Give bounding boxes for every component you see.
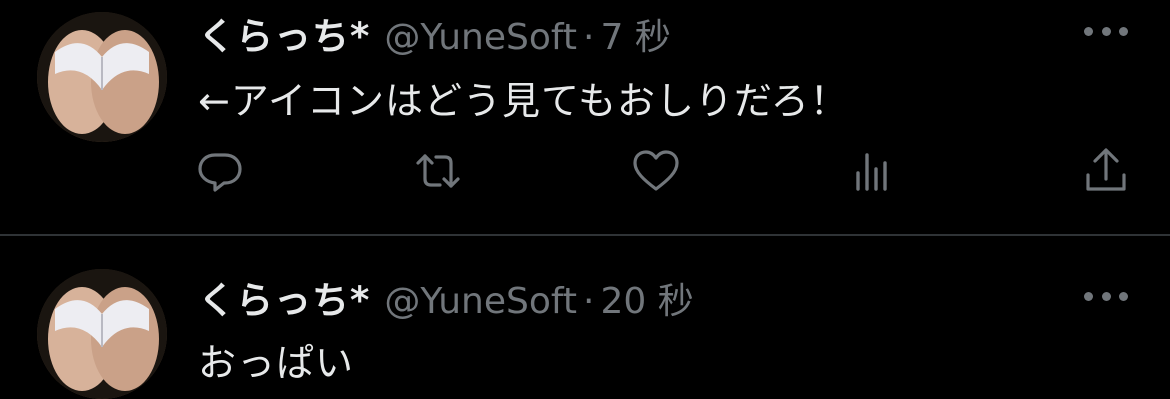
- timestamp[interactable]: 20 秒: [601, 272, 694, 324]
- tweet[interactable]: くらっち* @YuneSoft · 20 秒 おっぱい: [0, 237, 1170, 399]
- avatar[interactable]: [37, 269, 167, 399]
- share-icon[interactable]: [1080, 145, 1132, 197]
- more-options-icon[interactable]: [1084, 289, 1128, 303]
- tweet-text: ←アイコンはどう見てもおしりだろ！: [198, 79, 849, 123]
- tweet-header: くらっち* @YuneSoft · 7 秒: [198, 6, 671, 58]
- separator: ·: [583, 281, 595, 322]
- avatar-image: [37, 269, 167, 399]
- like-icon[interactable]: [630, 145, 682, 197]
- tweet-header: くらっち* @YuneSoft · 20 秒: [198, 270, 694, 322]
- action-bar: [194, 145, 1134, 197]
- reply-icon[interactable]: [194, 145, 246, 197]
- timestamp[interactable]: 7 秒: [601, 8, 671, 60]
- display-name[interactable]: くらっち*: [198, 6, 370, 60]
- tweet-text: おっぱい: [198, 341, 355, 385]
- display-name[interactable]: くらっち*: [198, 270, 370, 324]
- more-options-icon[interactable]: [1084, 24, 1128, 38]
- avatar-image: [37, 12, 167, 142]
- user-handle[interactable]: @YuneSoft: [384, 281, 577, 322]
- user-handle[interactable]: @YuneSoft: [384, 17, 577, 58]
- avatar[interactable]: [37, 12, 167, 142]
- retweet-icon[interactable]: [412, 145, 464, 197]
- separator: ·: [583, 17, 595, 58]
- views-icon[interactable]: [848, 145, 900, 197]
- tweet[interactable]: くらっち* @YuneSoft · 7 秒 ←アイコンはどう見てもおしりだろ！: [0, 0, 1170, 234]
- tweet-divider: [0, 234, 1170, 236]
